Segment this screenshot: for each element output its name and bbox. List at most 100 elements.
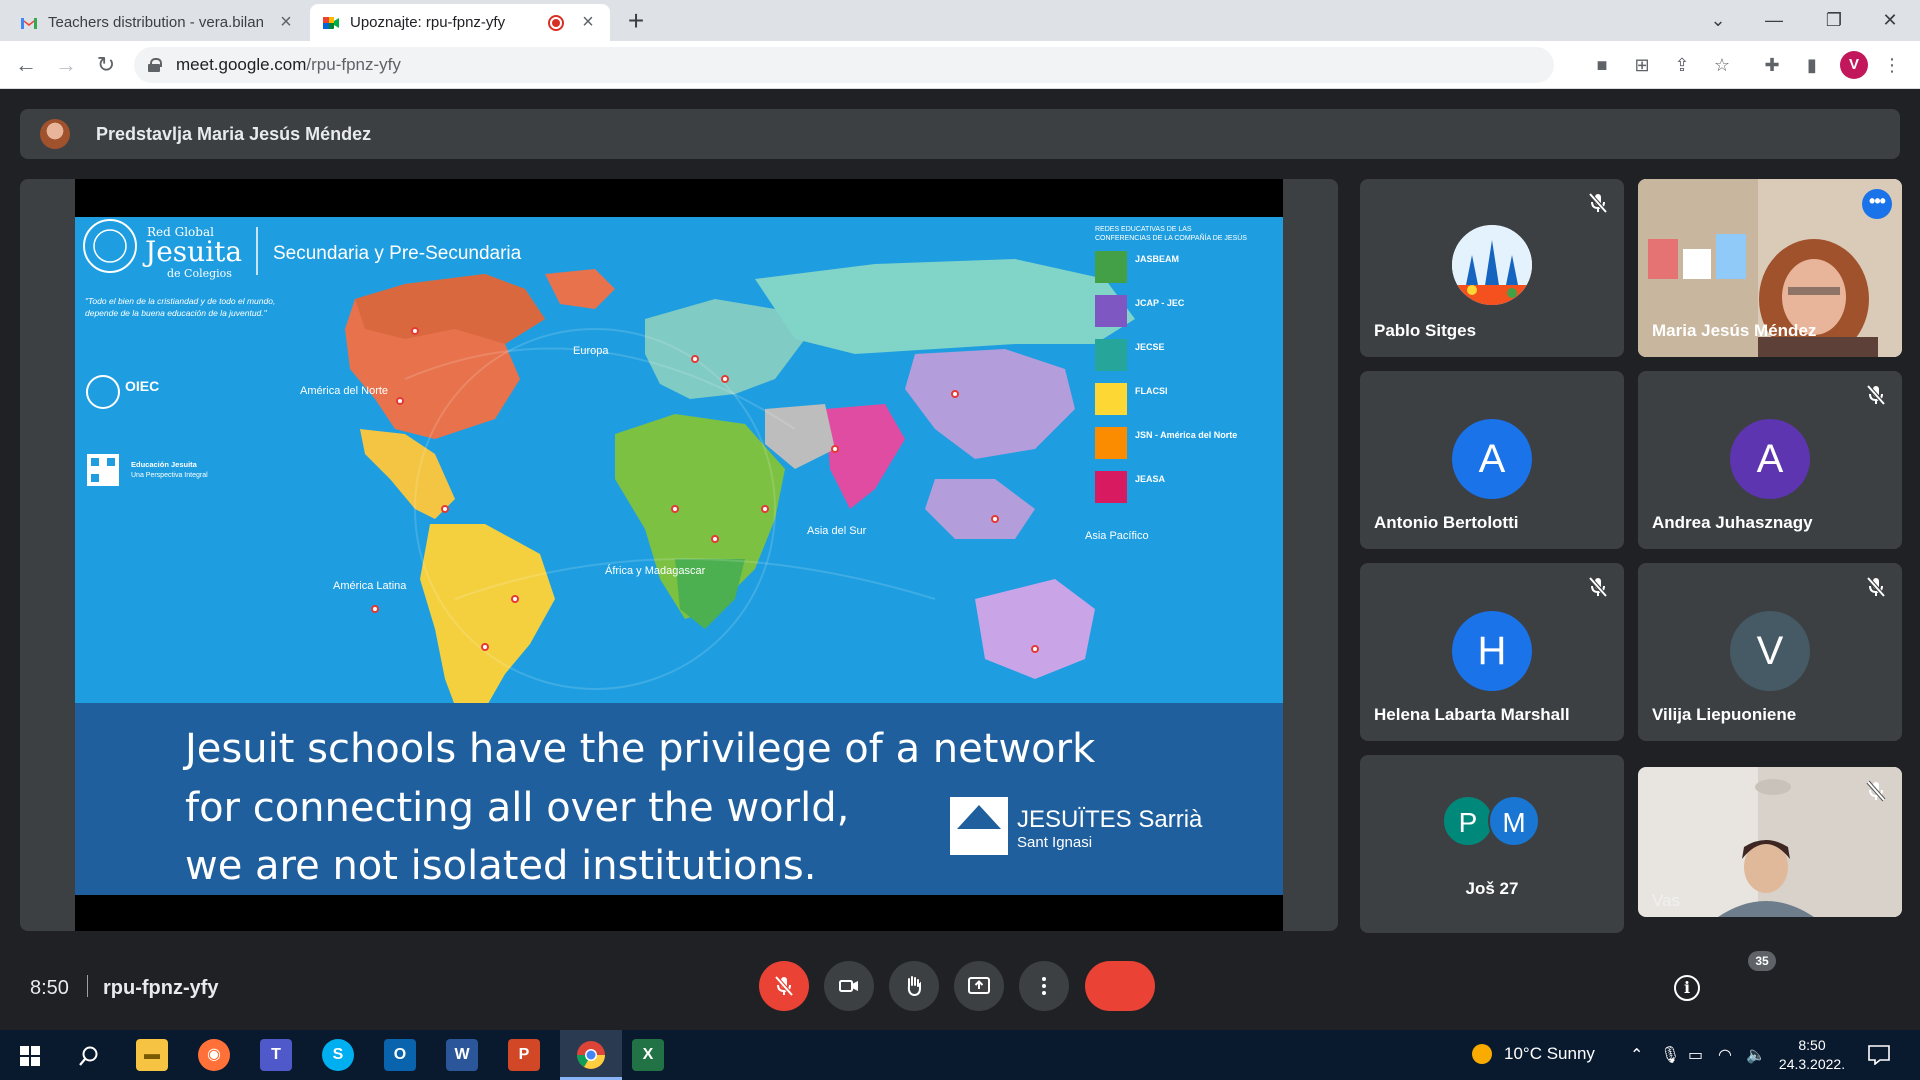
excel-icon[interactable]: X [632, 1039, 664, 1071]
outlook-icon[interactable]: O [384, 1039, 416, 1071]
participant-name: Andrea Juhasznagy [1652, 513, 1813, 532]
logo-line3: de Colegios [167, 267, 232, 280]
more-options-button[interactable] [1019, 961, 1069, 1011]
present-screen-button[interactable] [954, 961, 1004, 1011]
logo-line2: Jesuita [142, 235, 242, 268]
network-swatch [1095, 471, 1127, 503]
window-close-icon[interactable]: ✕ [1868, 4, 1912, 36]
participant-name: Antonio Bertolotti [1374, 513, 1519, 532]
participant-tile[interactable]: ••• Maria Jesús Méndez [1638, 179, 1902, 357]
participant-avatar: A [1452, 419, 1532, 499]
caption-line3: we are not isolated institutions. [185, 843, 816, 889]
forward-icon[interactable]: → [50, 49, 82, 81]
participant-avatar: A [1730, 419, 1810, 499]
battery-icon[interactable]: ▭ [1688, 1045, 1703, 1065]
participant-avatar: M [1488, 795, 1540, 847]
new-tab-button[interactable]: + [620, 6, 652, 38]
notifications-icon[interactable] [1868, 1045, 1890, 1065]
url-path: /rpu-fpnz-yfy [306, 55, 401, 74]
participant-tile[interactable]: H Helena Labarta Marshall [1360, 563, 1624, 741]
participant-tile[interactable]: V Vilija Liepuoniene [1638, 563, 1902, 741]
wifi-icon[interactable]: ◠ [1718, 1045, 1732, 1065]
tab-meet[interactable]: Upoznajte: rpu-fpnz-yfy × [310, 4, 610, 41]
region-label: América del Norte [300, 385, 388, 397]
system-clock[interactable]: 8:50 24.3.2022. [1777, 1036, 1847, 1074]
firefox-icon[interactable]: ◉ [198, 1039, 230, 1071]
system-time: 8:50 [1798, 1037, 1826, 1053]
chevron-up-icon[interactable]: ⌃ [1630, 1045, 1643, 1065]
file-explorer-icon[interactable]: ▬ [136, 1039, 168, 1071]
windows-start-icon[interactable] [20, 1046, 40, 1066]
brand-line1: JESUÏTES Sarrià [1017, 806, 1203, 833]
close-icon[interactable]: × [276, 11, 296, 34]
participant-name: Helena Labarta Marshall [1374, 705, 1570, 724]
url-text: meet.google.com/rpu-fpnz-yfy [176, 55, 401, 75]
network-name: FLACSI [1135, 386, 1168, 396]
brand-line2: Sant Ignasi [1017, 834, 1092, 851]
translate-icon[interactable]: ⊞ [1630, 53, 1654, 77]
caption-line2: for connecting all over the world, [185, 785, 849, 831]
presenter-avatar [40, 119, 70, 149]
system-date: 24.3.2022. [1778, 1056, 1846, 1072]
leave-call-button[interactable] [1085, 961, 1155, 1011]
search-icon[interactable] [78, 1045, 100, 1067]
network-swatch [1095, 251, 1127, 283]
slide-header-title: Secundaria y Pre-Secundaria [273, 243, 522, 264]
profile-avatar[interactable]: V [1840, 51, 1868, 79]
url-host: meet.google.com [176, 55, 307, 74]
legend-title1: REDES EDUCATIVAS DE LAS [1095, 226, 1192, 233]
reload-icon[interactable]: ↻ [90, 49, 122, 81]
microphone-icon[interactable]: 🎙 [1660, 1045, 1680, 1065]
word-icon[interactable]: W [446, 1039, 478, 1071]
bookmark-star-icon[interactable]: ☆ [1710, 53, 1734, 77]
close-icon[interactable]: × [578, 11, 598, 34]
teams-icon[interactable]: T [260, 1039, 292, 1071]
region-label: América Latina [333, 580, 407, 592]
network-name: JEASA [1135, 474, 1166, 484]
address-bar: ← → ↻ meet.google.com/rpu-fpnz-yfy ■ ⊞ ⇪… [0, 41, 1920, 89]
meeting-info-icon[interactable]: i [1674, 975, 1700, 1001]
tab-title: Teachers distribution - vera.bilan [48, 14, 264, 31]
camera-icon [839, 980, 858, 992]
minimize-icon[interactable]: — [1752, 4, 1796, 36]
more-participants-tile[interactable]: P M Još 27 [1360, 755, 1624, 933]
participant-name: Maria Jesús Méndez [1652, 321, 1817, 340]
meeting-time: 8:50 [30, 977, 69, 999]
raise-hand-button[interactable] [889, 961, 939, 1011]
participant-tile[interactable]: Pablo Sitges [1360, 179, 1624, 357]
network-name: JASBEAM [1135, 254, 1179, 264]
mic-toggle-button[interactable] [759, 961, 809, 1011]
recording-icon [548, 14, 564, 31]
network-swatch [1095, 295, 1127, 327]
chrome-taskbar-item[interactable] [560, 1030, 622, 1080]
powerpoint-icon[interactable]: P [508, 1039, 540, 1071]
participant-avatar: P [1442, 795, 1494, 847]
side-panel-icon[interactable]: ▮ [1800, 53, 1824, 77]
network-swatch [1095, 339, 1127, 371]
more-options-icon[interactable]: ••• [1862, 189, 1892, 219]
quote-line2: depende de la buena educación de la juve… [85, 308, 268, 318]
divider [87, 975, 88, 997]
region-label: Asia Pacífico [1085, 530, 1149, 542]
camera-blocked-icon[interactable]: ■ [1590, 53, 1614, 77]
participant-tile[interactable]: A Antonio Bertolotti [1360, 371, 1624, 549]
browser-menu-icon[interactable]: ⋮ [1880, 53, 1904, 77]
extensions-puzzle-icon[interactable]: ✚ [1760, 53, 1784, 77]
self-view-tile[interactable]: Vas [1638, 767, 1902, 917]
share-icon[interactable]: ⇪ [1670, 53, 1694, 77]
network-name: JCAP - JEC [1135, 298, 1185, 308]
presentation-stage[interactable]: Red Global Jesuita de Colegios Secundari… [20, 179, 1338, 931]
edu-label2: Una Perspectiva Integral [131, 472, 208, 479]
participant-tile[interactable]: A Andrea Juhasznagy [1638, 371, 1902, 549]
back-icon[interactable]: ← [10, 49, 42, 81]
url-input[interactable]: meet.google.com/rpu-fpnz-yfy [134, 47, 1554, 83]
volume-icon[interactable]: 🔈 [1746, 1045, 1766, 1065]
restore-icon[interactable]: ❐ [1812, 4, 1856, 36]
mic-off-icon [1588, 576, 1608, 598]
tab-gmail[interactable]: Teachers distribution - vera.bilan × [8, 4, 308, 41]
tab-search-icon[interactable]: ⌄ [1696, 4, 1740, 36]
skype-icon[interactable]: S [322, 1039, 354, 1071]
sagrada-familia-avatar [1452, 225, 1532, 305]
weather-widget[interactable]: 10°C Sunny [1472, 1044, 1595, 1064]
camera-toggle-button[interactable] [824, 961, 874, 1011]
